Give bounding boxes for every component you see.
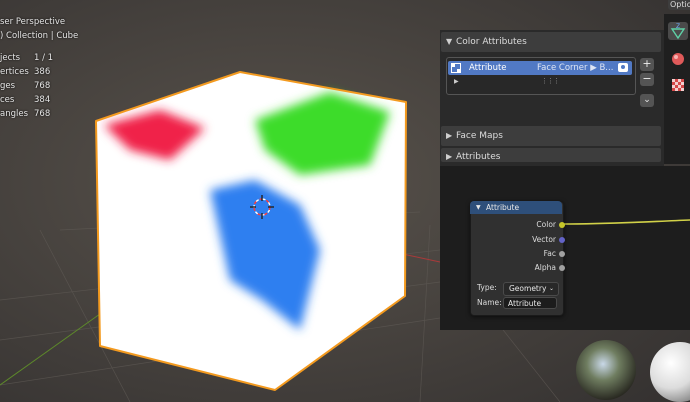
output-vector-label: Vector [532, 235, 556, 244]
name-label: Name: [477, 298, 502, 307]
material-icon [672, 53, 684, 65]
hdri-preview-sphere [576, 340, 636, 400]
remove-attribute-button[interactable]: − [640, 73, 654, 86]
alpha-output-socket[interactable] [559, 265, 565, 271]
tab-material[interactable] [668, 50, 688, 68]
grip-icon[interactable]: ⋮⋮⋮ [541, 77, 560, 85]
attribute-name: Attribute [469, 63, 507, 73]
tab-texture[interactable] [668, 76, 688, 94]
stat-edges: ges 768 [0, 81, 51, 91]
fac-output-socket[interactable] [559, 251, 565, 257]
options-button[interactable]: Optio [668, 0, 690, 10]
color-attribute-item[interactable]: Attribute Face Corner ▶ B... [448, 61, 632, 75]
chevron-right-icon: ▶ [446, 152, 453, 161]
output-alpha-label: Alpha [534, 263, 556, 272]
chevron-down-icon: ⌄ [549, 285, 555, 292]
chevron-down-icon: ▼ [446, 37, 453, 46]
stat-faces: ces 384 [0, 95, 51, 105]
output-color-label: Color [536, 220, 556, 229]
attribute-node-header[interactable]: ▼ Attribute [470, 201, 562, 214]
object-data-icon: Z [670, 23, 686, 40]
face-maps-header[interactable]: ▶ Face Maps [441, 126, 661, 146]
attributes-header[interactable]: ▶ Attributes [441, 148, 661, 162]
attribute-domain: Face Corner ▶ B... [537, 63, 614, 73]
add-attribute-button[interactable]: + [640, 58, 654, 71]
stat-objects: jects 1 / 1 [0, 53, 54, 63]
tab-object-data[interactable]: Z [668, 22, 688, 40]
attribute-name-field[interactable]: Attribute [503, 297, 557, 309]
color-output-socket[interactable] [559, 222, 565, 228]
camera-icon[interactable] [618, 63, 628, 72]
output-fac-label: Fac [543, 249, 556, 258]
vector-output-socket[interactable] [559, 237, 565, 243]
chevron-down-icon: ▼ [476, 204, 481, 211]
texture-icon [672, 79, 684, 91]
stat-vertices: ertices 386 [0, 67, 51, 77]
collection-label: ) Collection | Cube [0, 31, 79, 41]
chevron-right-icon: ▶ [446, 131, 453, 140]
type-label: Type: [477, 283, 497, 292]
list-expand-icon[interactable]: ▶ [454, 78, 459, 85]
stat-triangles: angles 768 [0, 109, 51, 119]
view-title: ser Perspective [0, 17, 66, 27]
type-dropdown[interactable]: Geometry ⌄ [503, 282, 559, 296]
attribute-specials-button[interactable]: ⌄ [640, 94, 654, 107]
color-attributes-header[interactable]: ▼ Color Attributes [441, 32, 661, 52]
vertex-color-icon [451, 63, 461, 73]
